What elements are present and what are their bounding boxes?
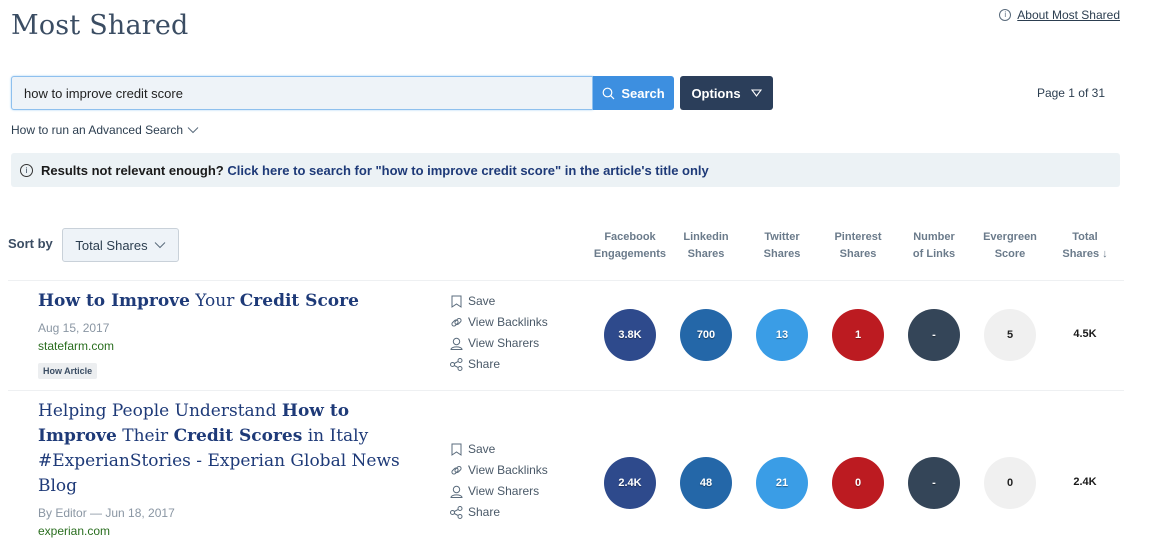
result-domain-link[interactable]: statefarm.com xyxy=(38,339,114,353)
title-text: Their xyxy=(116,426,174,446)
title-part: Helping People Understand How to Improve… xyxy=(38,401,400,496)
save-action[interactable]: Save xyxy=(450,291,548,312)
title-keyword: How to Improve xyxy=(38,291,190,311)
link-icon xyxy=(450,464,463,477)
search-button-label: Search xyxy=(621,85,665,101)
user-icon xyxy=(450,485,463,498)
share-icon xyxy=(450,358,463,371)
link-icon xyxy=(450,316,463,329)
result-domain-link[interactable]: experian.com xyxy=(38,524,110,538)
title-text: Helping People Understand xyxy=(38,401,282,421)
search-button[interactable]: Search xyxy=(593,76,674,110)
about-link-container: i About Most Shared xyxy=(999,8,1120,22)
linkedin-shares-bubble[interactable]: 700 xyxy=(680,309,732,361)
view-backlinks-action[interactable]: View Backlinks xyxy=(450,312,548,333)
title-text: Your xyxy=(189,291,240,311)
title-part: How to Improve Your Credit Score xyxy=(38,291,359,311)
chevron-down-icon xyxy=(187,127,199,134)
about-most-shared-link[interactable]: About Most Shared xyxy=(1017,8,1120,22)
page-title: Most Shared xyxy=(11,10,189,41)
column-header-pinterest[interactable]: Pinterest Shares xyxy=(818,229,898,263)
result-author-date: By Editor — Jun 18, 2017 xyxy=(38,506,175,520)
share-action[interactable]: Share xyxy=(450,354,548,375)
options-button[interactable]: Options xyxy=(680,76,773,110)
view-backlinks-action[interactable]: View Backlinks xyxy=(450,460,548,481)
column-header-total-shares[interactable]: Total Shares ↓ xyxy=(1045,229,1125,263)
sort-label: Sort by xyxy=(8,236,53,251)
linkedin-shares-bubble[interactable]: 48 xyxy=(680,457,732,509)
article-type-tag: How Article xyxy=(38,363,98,379)
sort-selected-value: Total Shares xyxy=(75,237,148,253)
advanced-search-label: How to run an Advanced Search xyxy=(11,123,184,137)
column-header-twitter[interactable]: Twitter Shares xyxy=(742,229,822,263)
bookmark-icon xyxy=(450,443,463,456)
pinterest-shares-bubble[interactable]: 0 xyxy=(832,457,884,509)
column-header-evergreen[interactable]: Evergreen Score xyxy=(970,229,1050,263)
info-icon: i xyxy=(20,163,33,177)
twitter-shares-bubble[interactable]: 21 xyxy=(756,457,808,509)
chevron-down-icon xyxy=(154,242,165,249)
divider xyxy=(8,280,1124,281)
triangle-down-icon xyxy=(750,89,762,97)
bookmark-icon xyxy=(450,295,463,308)
result-actions: Save View Backlinks View Sharers Share xyxy=(450,439,548,523)
search-icon xyxy=(602,87,615,99)
notice-text: Results not relevant enough? xyxy=(41,162,224,178)
view-sharers-action[interactable]: View Sharers xyxy=(450,481,548,502)
relevance-notice: i Results not relevant enough? Click her… xyxy=(11,153,1120,187)
facebook-engagements-bubble[interactable]: 3.8K xyxy=(604,309,656,361)
share-action[interactable]: Share xyxy=(450,502,548,523)
total-shares-value: 2.4K xyxy=(1073,476,1097,488)
sort-select[interactable]: Total Shares xyxy=(62,228,179,262)
title-keyword: Credit Score xyxy=(239,291,359,311)
result-date: Aug 15, 2017 xyxy=(38,321,110,335)
info-icon: i xyxy=(999,9,1012,21)
twitter-shares-bubble[interactable]: 13 xyxy=(756,309,808,361)
column-header-facebook[interactable]: Facebook Engagements xyxy=(590,229,670,263)
divider xyxy=(8,390,1124,391)
facebook-engagements-bubble[interactable]: 2.4K xyxy=(604,457,656,509)
options-button-label: Options xyxy=(691,85,741,101)
number-of-links-bubble[interactable]: - xyxy=(908,457,960,509)
advanced-search-toggle[interactable]: How to run an Advanced Search xyxy=(11,123,199,137)
column-header-linkedin[interactable]: Linkedin Shares xyxy=(666,229,746,263)
save-action[interactable]: Save xyxy=(450,439,548,460)
user-icon xyxy=(450,337,463,350)
pinterest-shares-bubble[interactable]: 1 xyxy=(832,309,884,361)
number-of-links-bubble[interactable]: - xyxy=(908,309,960,361)
search-input[interactable] xyxy=(11,76,593,110)
title-keyword: Credit Scores xyxy=(173,426,303,446)
share-icon xyxy=(450,506,463,519)
title-only-search-link[interactable]: Click here to search for "how to improve… xyxy=(227,163,708,178)
result-title-link[interactable]: Helping People Understand How to Improve… xyxy=(38,399,418,499)
view-sharers-action[interactable]: View Sharers xyxy=(450,333,548,354)
page-count: Page 1 of 31 xyxy=(1036,86,1105,100)
result-title-link[interactable]: How to Improve Your Credit Score xyxy=(38,289,398,314)
result-actions: Save View Backlinks View Sharers Share xyxy=(450,291,548,375)
column-header-links[interactable]: Number of Links xyxy=(894,229,974,263)
evergreen-score-bubble: 5 xyxy=(984,309,1036,361)
evergreen-score-bubble: 0 xyxy=(984,457,1036,509)
total-shares-value: 4.5K xyxy=(1073,328,1097,340)
